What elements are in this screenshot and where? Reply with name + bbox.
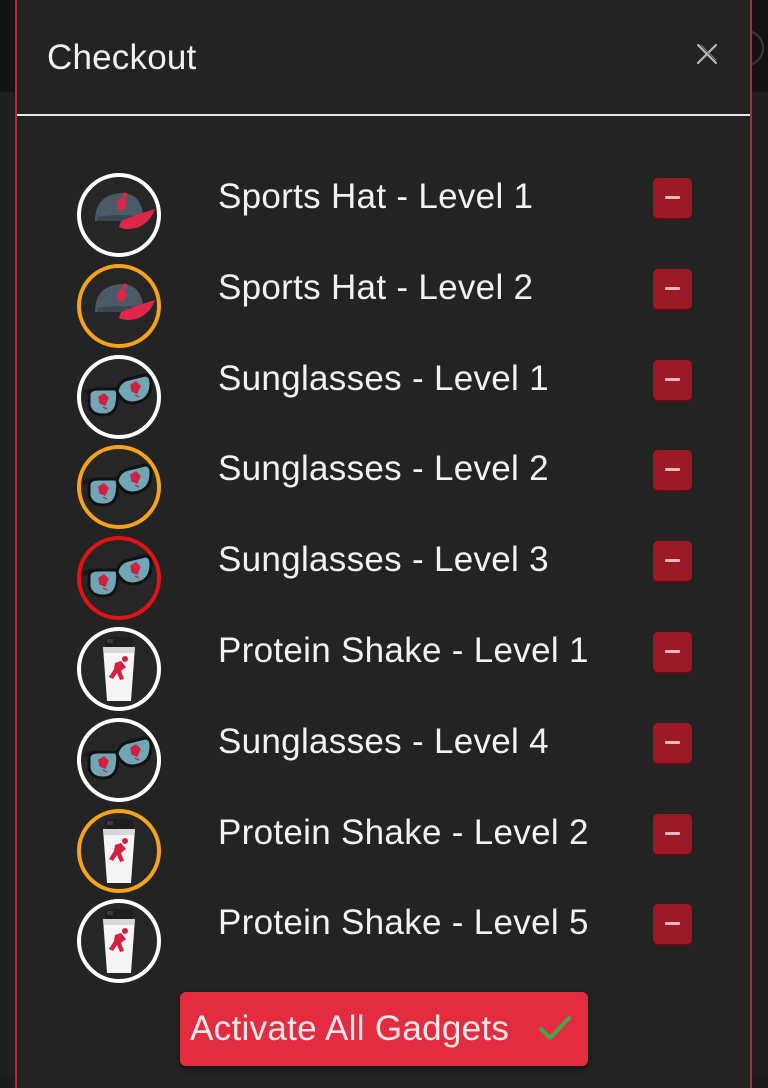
remove-gadget-button[interactable] (653, 359, 692, 400)
remove-gadget-button[interactable] (653, 541, 692, 582)
gadget-label: Sunglasses - Level 1 (218, 358, 549, 398)
gadget-label: Protein Shake - Level 2 (218, 812, 589, 852)
gadget-row: Sports Hat - Level 1 (17, 125, 750, 257)
protein-shake-icon (103, 909, 135, 974)
minus-icon (665, 831, 680, 835)
minus-icon (665, 468, 680, 472)
remove-gadget-button[interactable] (653, 631, 692, 672)
close-icon (696, 43, 718, 65)
gadget-list: Sports Hat - Level 1 Sports Hat - Level 2… (17, 125, 750, 984)
remove-gadget-button[interactable] (653, 268, 692, 309)
minus-icon (665, 377, 680, 381)
gadget-row: Sunglasses - Level 3 (17, 488, 750, 621)
gadget-row: Sunglasses - Level 4 (17, 670, 750, 802)
remove-gadget-button[interactable] (653, 722, 692, 763)
remove-gadget-button[interactable] (653, 813, 692, 854)
dialog-title: Checkout (47, 38, 197, 77)
gadget-label: Sunglasses - Level 2 (218, 449, 549, 489)
gadget-label: Protein Shake - Level 5 (218, 903, 589, 943)
gadget-avatar (77, 899, 161, 984)
gadget-row: Protein Shake - Level 1 (17, 579, 750, 711)
activate-all-gadgets-button[interactable]: Activate All Gadgets (180, 992, 588, 1066)
dialog-header: Checkout (17, 0, 750, 116)
minus-icon (665, 196, 680, 199)
minus-icon (665, 922, 680, 926)
gadget-row: Sports Hat - Level 2 (17, 216, 750, 348)
remove-gadget-button[interactable] (653, 178, 692, 218)
activate-button-label: Activate All Gadgets (190, 1009, 510, 1048)
minus-icon (665, 286, 680, 290)
gadget-row: Sunglasses - Level 1 (17, 307, 750, 439)
gadget-label: Sports Hat - Level 2 (218, 267, 534, 307)
remove-gadget-button[interactable] (653, 904, 692, 945)
gadget-row: Protein Shake - Level 2 (17, 761, 750, 893)
checkout-dialog: Checkout Sports Hat - Level 1 Sports Hat … (15, 0, 752, 1088)
minus-icon (665, 740, 680, 744)
remove-gadget-button[interactable] (653, 450, 692, 491)
checkmark-icon (539, 1016, 571, 1040)
gadget-label: Protein Shake - Level 1 (218, 630, 589, 670)
gadget-row: Protein Shake - Level 5 (17, 851, 750, 984)
minus-icon (665, 649, 680, 653)
gadget-row: Sunglasses - Level 2 (17, 397, 750, 530)
gadget-label: Sports Hat - Level 1 (218, 177, 534, 216)
close-button[interactable] (693, 40, 721, 68)
gadget-label: Sunglasses - Level 3 (218, 540, 549, 580)
minus-icon (665, 559, 680, 563)
gadget-label: Sunglasses - Level 4 (218, 721, 549, 761)
